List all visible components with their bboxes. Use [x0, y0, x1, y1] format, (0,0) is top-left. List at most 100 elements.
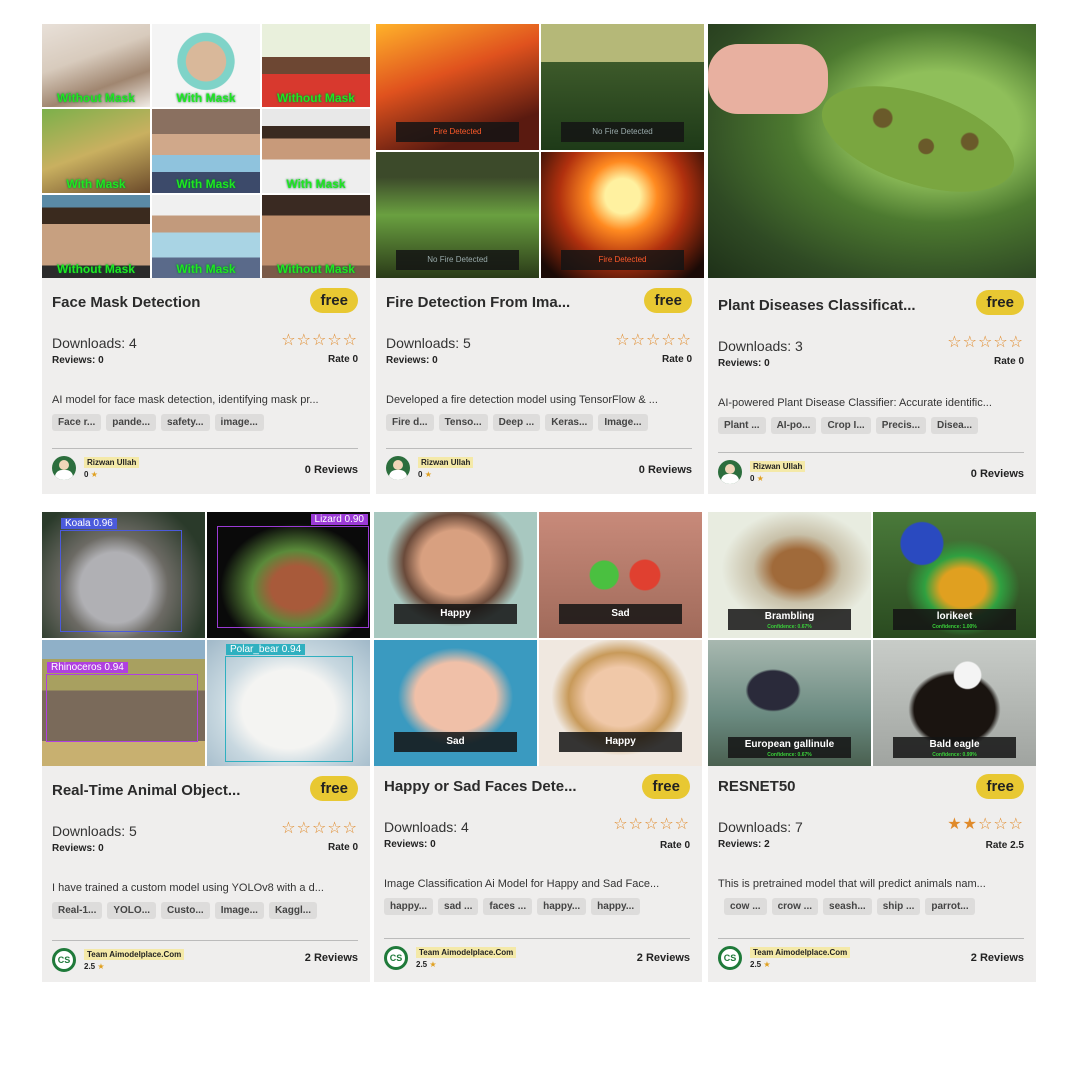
avatar[interactable]: CS — [718, 946, 742, 970]
model-card[interactable]: Without Mask With Mask Without Mask With… — [42, 24, 370, 494]
tag-chip[interactable]: Precis... — [875, 417, 927, 434]
card-title[interactable]: Fire Detection From Ima... — [386, 294, 616, 311]
tag-chip[interactable]: Custo... — [161, 902, 210, 919]
image-tile: With Mask — [152, 24, 260, 108]
tag-chip[interactable]: Keras... — [545, 414, 594, 431]
tag-chip[interactable]: image... — [214, 414, 264, 431]
tag-chip[interactable]: faces ... — [483, 898, 533, 915]
author-rating-value: 2.5 — [84, 962, 96, 971]
card-title[interactable]: Real-Time Animal Object... — [52, 782, 282, 799]
image-label-text: Brambling — [764, 611, 815, 622]
divider — [384, 938, 690, 939]
image-tile: Koala 0.96 — [42, 512, 205, 638]
tag-chip[interactable]: Real-1... — [52, 902, 103, 919]
card-title[interactable]: Plant Diseases Classificat... — [718, 297, 948, 314]
avatar[interactable] — [386, 456, 410, 480]
avatar[interactable] — [718, 460, 742, 484]
image-label: Bald eagle Confidence: 0.99% — [892, 737, 1017, 758]
author-name[interactable]: Rizwan Ullah — [84, 457, 140, 468]
tag-chip[interactable]: Deep ... — [492, 414, 541, 431]
tag-chip[interactable]: AI-po... — [770, 417, 817, 434]
star-empty-icon: ☆ — [977, 334, 994, 351]
card-image[interactable]: Happy Sad Sad Happy — [374, 512, 702, 766]
tag-chip[interactable]: Fire d... — [386, 414, 434, 431]
author-rating: 2.5 ★ — [416, 960, 516, 969]
tag-chip[interactable]: Face r... — [52, 414, 102, 431]
card-image[interactable] — [708, 24, 1036, 278]
reviews-count[interactable]: 0 Reviews — [305, 464, 358, 476]
author-rating: 0 ★ — [84, 470, 139, 479]
reviews-count[interactable]: 2 Reviews — [637, 952, 690, 964]
tag-chip[interactable]: Image... — [598, 414, 648, 431]
tag-chip[interactable]: Disea... — [931, 417, 979, 434]
author-info[interactable]: CS Team Aimodelplace.Com 2.5 ★ — [384, 946, 517, 970]
card-image[interactable]: Without Mask With Mask Without Mask With… — [42, 24, 370, 278]
card-image[interactable]: Fire Detected No Fire Detected No Fire D… — [376, 24, 704, 278]
tag-chip[interactable]: pande... — [106, 414, 157, 431]
tag-chip[interactable]: Kaggl... — [268, 902, 318, 919]
tag-chip[interactable]: sad ... — [438, 898, 479, 915]
tag-chip[interactable]: Plant ... — [718, 417, 766, 434]
card-title[interactable]: RESNET50 — [718, 778, 948, 795]
avatar[interactable]: CS — [384, 946, 408, 970]
star-icon: ★ — [429, 960, 437, 969]
author-info[interactable]: CS Team Aimodelplace.Com 2.5 ★ — [52, 948, 185, 972]
star-empty-icon: ☆ — [993, 334, 1009, 351]
tag-chip[interactable]: parrot... — [925, 898, 975, 915]
author-name[interactable]: Rizwan Ullah — [750, 461, 806, 472]
tag-chip[interactable]: Tenso... — [438, 414, 488, 431]
image-label: With Mask — [66, 176, 126, 191]
tag-chip[interactable]: happy... — [537, 898, 587, 915]
model-card[interactable]: Happy Sad Sad Happy Happy or Sad Faces D… — [374, 512, 702, 982]
author-name[interactable]: Team Aimodelplace.Com — [84, 949, 185, 960]
card-title[interactable]: Face Mask Detection — [52, 294, 282, 311]
model-card[interactable]: Brambling Confidence: 0.67% lorikeet Confi… — [708, 512, 1036, 982]
author-info[interactable]: Rizwan Ullah 0 ★ — [718, 460, 806, 484]
detection-box: Koala 0.96 — [60, 518, 182, 632]
star-empty-icon: ☆ — [327, 332, 343, 349]
tag-chip[interactable]: cow ... — [724, 898, 767, 915]
image-label-text: Bald eagle — [929, 739, 980, 750]
reviews-count[interactable]: 0 Reviews — [639, 464, 692, 476]
author-info[interactable]: CS Team Aimodelplace.Com 2.5 ★ — [718, 946, 851, 970]
image-label: Without Mask — [57, 91, 135, 106]
author-rating: 2.5 ★ — [84, 962, 184, 971]
image-label: lorikeet Confidence: 1.00% — [892, 609, 1017, 630]
image-label: Without Mask — [57, 262, 135, 276]
card-image[interactable]: Koala 0.96 Lizard 0.90 Rhinoceros 0.94 P… — [42, 512, 370, 766]
image-tile: Happy — [374, 512, 537, 638]
reviews-count[interactable]: 0 Reviews — [971, 468, 1024, 480]
rate-label: Rate 0 — [659, 840, 690, 851]
tag-chip[interactable]: crow ... — [771, 898, 819, 915]
image-tile: Polar_bear 0.94 — [207, 640, 370, 766]
tag-chip[interactable]: happy... — [384, 898, 434, 915]
tag-chip[interactable]: Image... — [214, 902, 264, 919]
card-image[interactable]: Brambling Confidence: 0.67% lorikeet Confi… — [708, 512, 1036, 766]
author-info[interactable]: Rizwan Ullah 0 ★ — [386, 456, 474, 480]
tag-chip[interactable]: Crop I... — [821, 417, 871, 434]
model-card[interactable]: Fire Detected No Fire Detected No Fire D… — [376, 24, 704, 494]
author-name[interactable]: Rizwan Ullah — [418, 457, 474, 468]
tag-chip[interactable]: happy... — [591, 898, 641, 915]
author-name[interactable]: Team Aimodelplace.Com — [750, 947, 851, 958]
image-tile: Fire Detected — [376, 24, 539, 150]
divider — [718, 452, 1024, 453]
image-tile: Sad — [539, 512, 702, 638]
avatar[interactable]: CS — [52, 948, 76, 972]
author-info[interactable]: Rizwan Ullah 0 ★ — [52, 456, 140, 480]
card-title[interactable]: Happy or Sad Faces Dete... — [384, 778, 614, 795]
rating-stars: ☆☆☆☆☆ — [281, 818, 358, 838]
star-icon: ★ — [97, 962, 105, 971]
tag-chip[interactable]: safety... — [161, 414, 210, 431]
reviews-count[interactable]: 2 Reviews — [971, 952, 1024, 964]
card-description: AI-powered Plant Disease Classifier: Acc… — [718, 397, 992, 409]
tag-chip[interactable]: YOLO... — [107, 902, 157, 919]
model-card[interactable]: Koala 0.96 Lizard 0.90 Rhinoceros 0.94 P… — [42, 512, 370, 982]
divider — [52, 448, 358, 449]
model-card[interactable]: Plant Diseases Classificat... free Downl… — [708, 24, 1036, 494]
tag-chip[interactable]: seash... — [823, 898, 872, 915]
tag-chip[interactable]: ship ... — [876, 898, 921, 915]
author-name[interactable]: Team Aimodelplace.Com — [416, 947, 517, 958]
reviews-count[interactable]: 2 Reviews — [305, 952, 358, 964]
avatar[interactable] — [52, 456, 76, 480]
